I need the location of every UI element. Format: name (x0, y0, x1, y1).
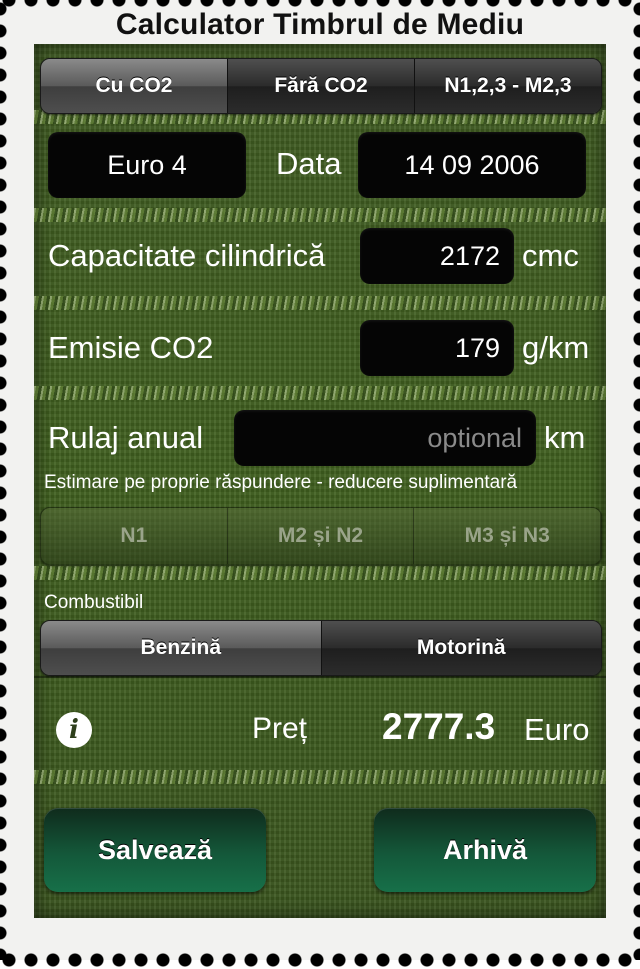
price-currency: Euro (524, 712, 590, 747)
emission-label: Emisie CO2 (48, 330, 214, 365)
fuel-label: Combustibil (44, 592, 144, 613)
date-label: Data (276, 146, 342, 181)
tab-m3-n3[interactable]: M3 și N3 (414, 508, 601, 564)
grass-strip (34, 386, 606, 400)
tab-fara-co2[interactable]: Fără CO2 (228, 59, 415, 113)
fuel-benzina[interactable]: Benzină (41, 621, 322, 675)
mileage-unit: km (544, 420, 586, 455)
save-button[interactable]: Salvează (44, 808, 266, 892)
mode-segmented-control: Cu CO2 Fără CO2 N1,2,3 - M2,3 (40, 58, 602, 114)
capacity-field[interactable]: 2172 (360, 228, 514, 284)
capacity-label: Capacitate cilindrică (48, 238, 326, 273)
price-label: Preț (252, 712, 308, 745)
tab-cu-co2[interactable]: Cu CO2 (41, 59, 228, 113)
left-perforation (0, 0, 9, 960)
vehicle-class-segmented-control: N1 M2 și N2 M3 și N3 (40, 507, 602, 565)
archive-button[interactable]: Arhivă (374, 808, 596, 892)
divider (34, 676, 606, 678)
info-icon[interactable]: i (56, 712, 92, 748)
euro-norm-field[interactable]: Euro 4 (48, 132, 246, 198)
mileage-field[interactable]: optional (234, 410, 536, 466)
right-perforation (631, 0, 640, 960)
price-value: 2777.3 (382, 706, 496, 747)
emission-unit: g/km (522, 330, 590, 365)
stamp-frame: Calculator Timbrul de Mediu Cu CO2 Fără … (0, 0, 640, 969)
grass-strip (34, 296, 606, 310)
fuel-motorina[interactable]: Motorină (321, 621, 601, 675)
fuel-segmented-control: Benzină Motorină (40, 620, 602, 676)
mileage-label: Rulaj anual (48, 420, 204, 455)
tab-n123-m23[interactable]: N1,2,3 - M2,3 (415, 59, 601, 113)
capacity-unit: cmc (522, 238, 579, 273)
grass-strip (34, 208, 606, 222)
date-field[interactable]: 14 09 2006 (358, 132, 586, 198)
estimate-note: Estimare pe proprie răspundere - reducer… (44, 472, 518, 493)
grass-strip (34, 770, 606, 784)
app-title: Calculator Timbrul de Mediu (115, 8, 525, 41)
grass-strip (34, 566, 606, 580)
bottom-perforation (0, 951, 640, 969)
emission-field[interactable]: 179 (360, 320, 514, 376)
tab-n1[interactable]: N1 (41, 508, 228, 564)
tab-m2-n2[interactable]: M2 și N2 (227, 508, 415, 564)
